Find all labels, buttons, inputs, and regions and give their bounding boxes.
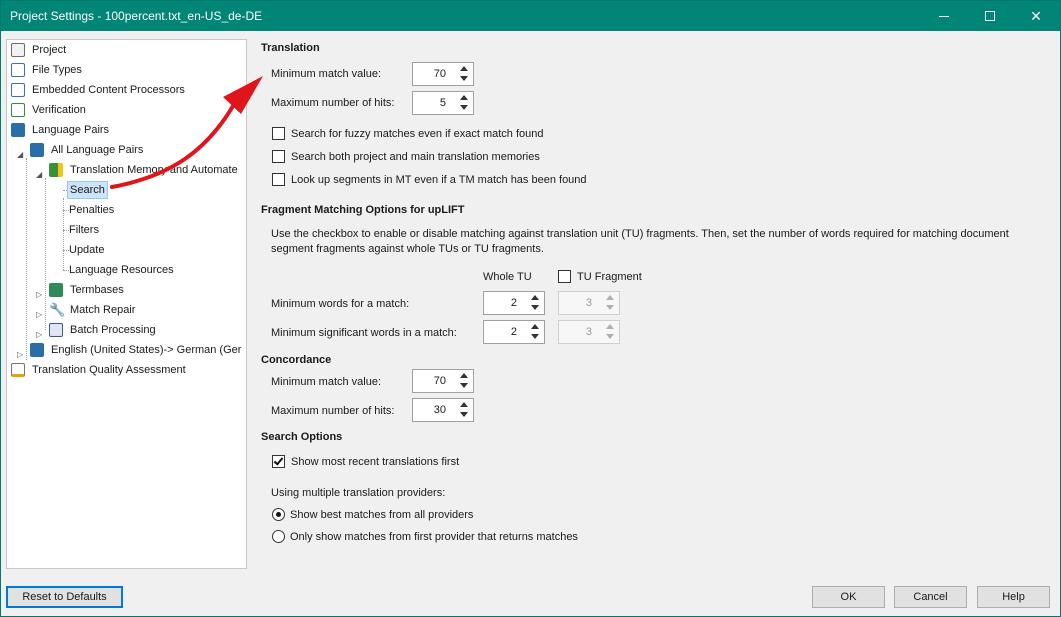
language-pairs-icon <box>11 123 25 137</box>
embedded-processor-icon <box>11 83 25 97</box>
concordance-section-title: Concordance <box>261 354 332 366</box>
collapse-icon[interactable]: ◢ <box>17 146 23 164</box>
recent-first-label: Show most recent translations first <box>291 456 460 468</box>
multiple-providers-label: Using multiple translation providers: <box>271 487 446 499</box>
close-icon: ✕ <box>1030 8 1042 24</box>
collapse-icon[interactable]: ◢ <box>36 166 42 184</box>
maximize-icon <box>985 11 995 21</box>
ok-button[interactable]: OK <box>812 586 885 608</box>
first-provider-radio[interactable] <box>272 530 285 543</box>
spinner-arrows-icon[interactable] <box>605 294 615 312</box>
verification-icon <box>11 103 25 117</box>
help-button[interactable]: Help <box>977 586 1050 608</box>
fragment-description-line1: Use the checkbox to enable or disable ma… <box>271 228 1009 240</box>
search-both-label: Search both project and main translation… <box>291 151 540 163</box>
checkmark-icon <box>273 455 284 466</box>
translation-memory-icon <box>49 163 63 177</box>
spinner-arrows-icon[interactable] <box>530 294 540 312</box>
spinner-arrows-icon[interactable] <box>459 94 469 112</box>
close-button[interactable]: ✕ <box>1013 1 1059 31</box>
expand-icon[interactable]: ▷ <box>17 346 23 364</box>
quality-assessment-icon <box>11 363 25 377</box>
spinner-arrows-icon[interactable] <box>459 401 469 419</box>
min-match-spinner[interactable]: 70 <box>412 62 474 86</box>
wrench-icon: 🔧 <box>49 302 66 317</box>
expand-icon[interactable]: ▷ <box>36 306 42 324</box>
project-icon <box>11 43 25 57</box>
expand-icon[interactable]: ▷ <box>36 326 42 344</box>
project-settings-window: Project Settings - 100percent.txt_en-US_… <box>0 0 1061 617</box>
spinner-arrows-icon[interactable] <box>459 372 469 390</box>
maximize-button[interactable] <box>967 1 1013 31</box>
cancel-button[interactable]: Cancel <box>894 586 967 608</box>
search-both-checkbox[interactable] <box>272 150 285 163</box>
search-options-section-title: Search Options <box>261 431 343 443</box>
min-significant-words-label: Minimum significant words in a match: <box>271 327 457 339</box>
whole-tu-header: Whole TU <box>483 271 532 283</box>
fuzzy-checkbox[interactable] <box>272 127 285 140</box>
reset-defaults-button[interactable]: Reset to Defaults <box>6 586 123 608</box>
max-hits-label: Maximum number of hits: <box>271 97 395 109</box>
expand-icon[interactable]: ▷ <box>36 286 42 304</box>
fragment-section-title: Fragment Matching Options for upLIFT <box>261 204 465 216</box>
first-provider-label: Only show matches from first provider th… <box>290 531 578 543</box>
file-types-icon <box>11 63 25 77</box>
min-sig-whole-spinner[interactable]: 2 <box>483 320 545 344</box>
translation-section-title: Translation <box>261 42 320 54</box>
mt-lookup-label: Look up segments in MT even if a TM matc… <box>291 174 587 186</box>
minimize-button[interactable] <box>921 1 967 31</box>
radio-selected-icon <box>276 512 281 517</box>
spinner-arrows-icon[interactable] <box>530 323 540 341</box>
fuzzy-label: Search for fuzzy matches even if exact m… <box>291 128 544 140</box>
concordance-max-hits-spinner[interactable]: 30 <box>412 398 474 422</box>
concordance-min-match-label: Minimum match value: <box>271 376 382 388</box>
batch-processing-icon <box>49 323 63 337</box>
mt-lookup-checkbox[interactable] <box>272 173 285 186</box>
spinner-arrows-icon[interactable] <box>605 323 615 341</box>
minimize-icon <box>939 16 949 17</box>
tu-fragment-checkbox[interactable] <box>558 270 571 283</box>
language-pair-icon <box>30 343 44 357</box>
max-hits-spinner[interactable]: 5 <box>412 91 474 115</box>
concordance-min-match-spinner[interactable]: 70 <box>412 369 474 393</box>
best-matches-label: Show best matches from all providers <box>290 509 474 521</box>
min-sig-fragment-spinner[interactable]: 3 <box>558 320 620 344</box>
fragment-description-line2: segment fragments against whole TUs or T… <box>271 243 544 255</box>
min-match-label: Minimum match value: <box>271 68 382 80</box>
termbase-icon <box>49 283 63 297</box>
min-words-label: Minimum words for a match: <box>271 298 410 310</box>
concordance-max-hits-label: Maximum number of hits: <box>271 405 395 417</box>
tu-fragment-header: TU Fragment <box>577 271 642 283</box>
language-pair-icon <box>30 143 44 157</box>
recent-first-checkbox[interactable] <box>272 455 285 468</box>
min-words-fragment-spinner[interactable]: 3 <box>558 291 620 315</box>
title-bar: Project Settings - 100percent.txt_en-US_… <box>1 1 1060 31</box>
settings-tree: Project File Types Embedded Content Proc… <box>6 39 247 569</box>
spinner-arrows-icon[interactable] <box>459 65 469 83</box>
best-matches-radio[interactable] <box>272 508 285 521</box>
min-words-whole-spinner[interactable]: 2 <box>483 291 545 315</box>
window-title: Project Settings - 100percent.txt_en-US_… <box>10 9 263 23</box>
